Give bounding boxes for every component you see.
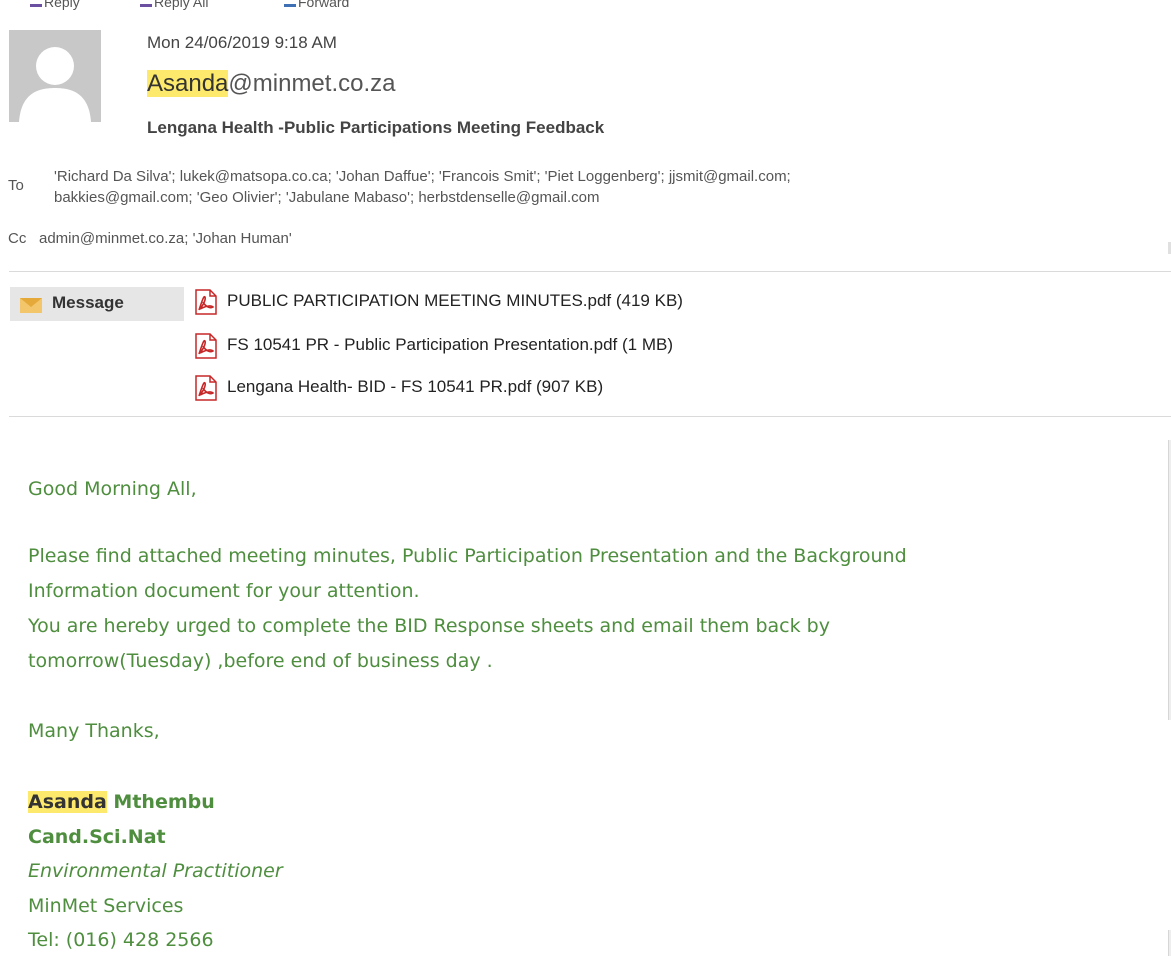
forward-button[interactable]: Forward (284, 0, 349, 10)
to-recipients-line: 'Richard Da Silva'; lukek@matsopa.co.ca;… (54, 168, 791, 185)
closing: Many Thanks, (28, 720, 160, 742)
pdf-icon (195, 289, 217, 315)
reply-icon (30, 0, 42, 7)
signature-last-name: Mthembu (113, 791, 215, 813)
email-subject: Lengana Health -Public Participations Me… (147, 118, 605, 137)
pdf-icon (195, 375, 217, 401)
to-recipients-line: bakkies@gmail.com; 'Geo Olivier'; 'Jabul… (54, 189, 600, 206)
attachments-divider (9, 416, 1171, 417)
signature-first-name: Asanda (28, 791, 107, 813)
sender-domain: @minmet.co.za (228, 70, 396, 97)
sent-date: Mon 24/06/2019 9:18 AM (147, 33, 337, 52)
cc-recipients[interactable]: admin@minmet.co.za; 'Johan Human' (39, 230, 292, 247)
pdf-icon (195, 333, 217, 359)
greeting: Good Morning All, (28, 478, 197, 500)
cc-label: Cc (8, 230, 27, 247)
header-divider (9, 271, 1171, 272)
signature-company: MinMet Services (28, 895, 184, 917)
reply-toolbar: Reply Reply All Forward (0, 0, 1171, 14)
signature-title: Environmental Practitioner (28, 860, 283, 882)
body-paragraph-line: tomorrow(Tuesday) ,before end of busines… (28, 650, 493, 672)
message-tab-label: Message (52, 293, 124, 312)
signature-tel: Tel: (016) 428 2566 (28, 929, 214, 951)
reply-all-icon (140, 0, 152, 7)
envelope-icon (20, 298, 42, 313)
reply-all-button[interactable]: Reply All (140, 0, 208, 10)
message-tab[interactable]: Message (10, 287, 184, 321)
signature-name: Asanda Mthembu (28, 791, 215, 813)
to-recipients[interactable]: 'Richard Da Silva'; lukek@matsopa.co.ca;… (54, 166, 1104, 208)
body-paragraph-line: Please find attached meeting minutes, Pu… (28, 545, 907, 567)
body-paragraph-line: Information document for your attention. (28, 580, 420, 602)
attachment-name: FS 10541 PR - Public Participation Prese… (227, 335, 673, 354)
sender-address[interactable]: Asanda@minmet.co.za (147, 70, 395, 98)
attachment-name: PUBLIC PARTICIPATION MEETING MINUTES.pdf… (227, 291, 683, 310)
avatar (9, 30, 101, 122)
person-icon (19, 47, 91, 122)
sender-name-highlight: Asanda (147, 70, 229, 97)
body-paragraph-line: You are hereby urged to complete the BID… (28, 615, 830, 637)
attachment-name: Lengana Health- BID - FS 10541 PR.pdf (9… (227, 377, 604, 396)
to-label: To (8, 177, 24, 194)
signature-qualification: Cand.Sci.Nat (28, 826, 166, 848)
reply-button[interactable]: Reply (30, 0, 80, 10)
forward-icon (284, 0, 296, 7)
